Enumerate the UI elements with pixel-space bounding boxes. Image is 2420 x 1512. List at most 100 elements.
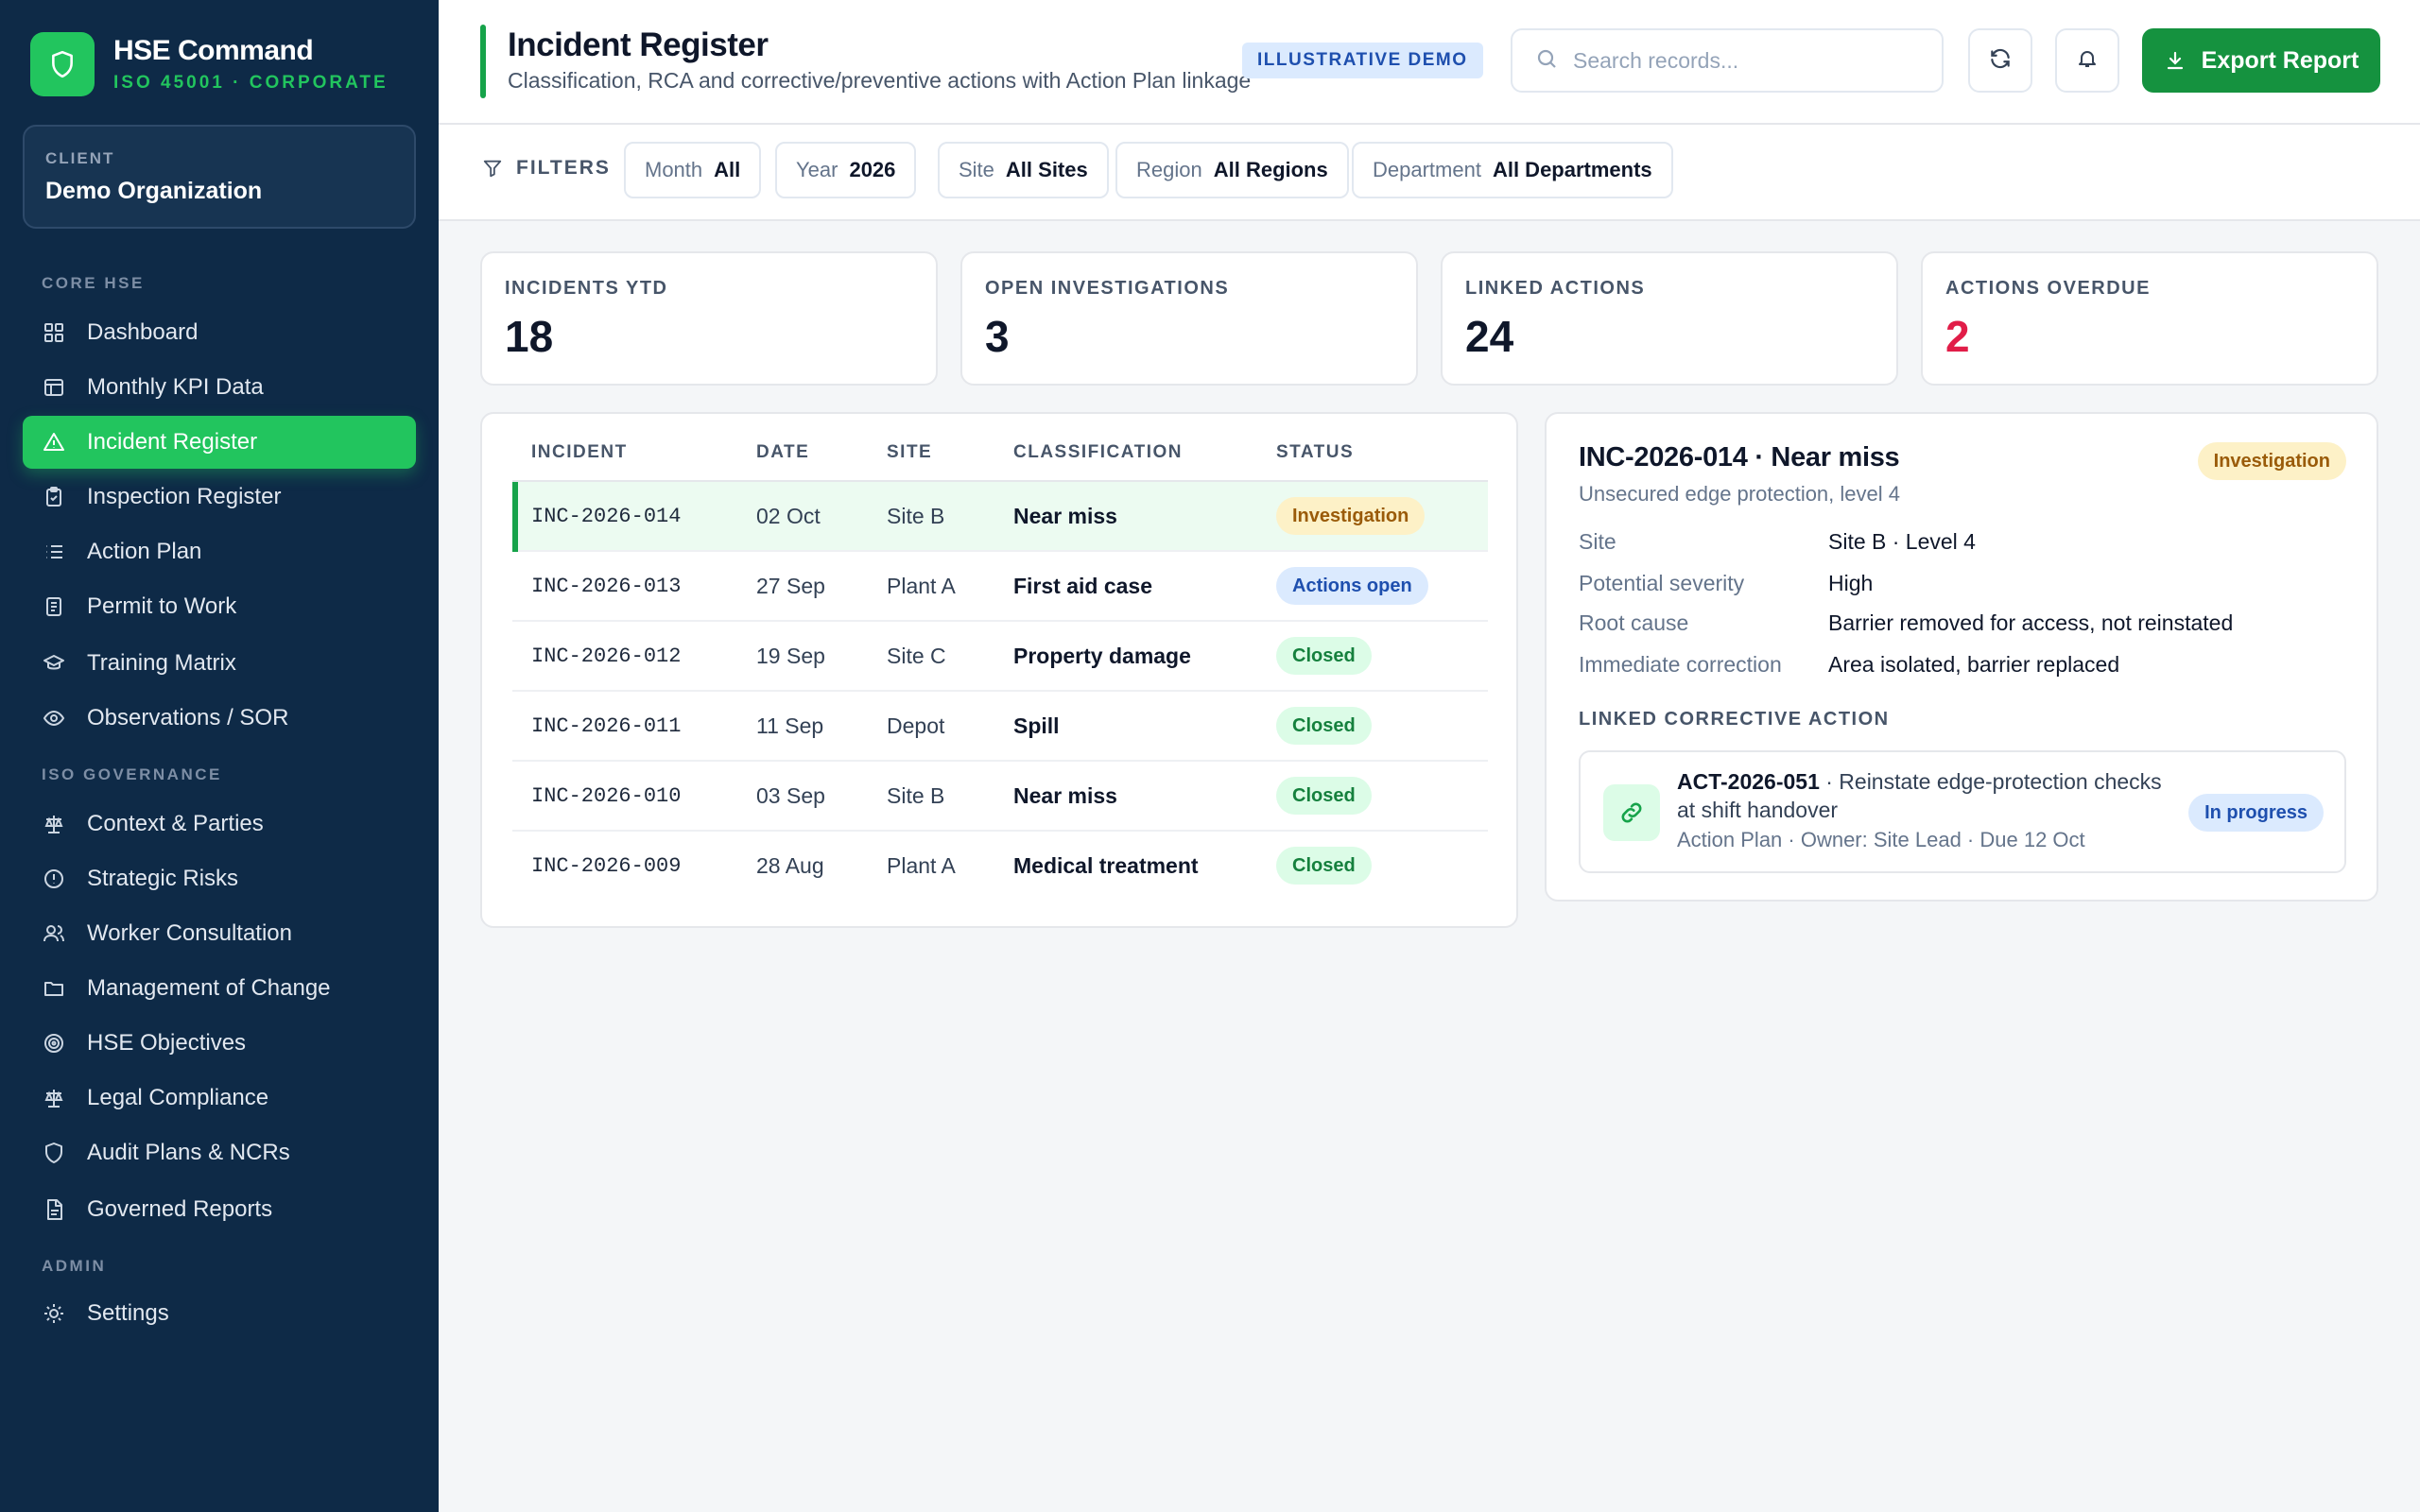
status-badge: Investigation [2197,442,2346,480]
sidebar-item-worker-consultation[interactable]: Worker Consultation [23,907,416,960]
incident-date: 28 Aug [756,852,824,878]
demo-badge: ILLUSTRATIVE DEMO [1242,43,1483,78]
table-row[interactable]: INC-2026-010 03 Sep Site B Near miss Clo… [512,762,1488,832]
incident-classification: Property damage [1013,643,1191,668]
action-title: ACT-2026-051 · Reinstate edge-protection… [1677,767,2178,824]
sidebar-item-incident-register[interactable]: Incident Register [23,416,416,469]
sidebar-item-strategic-risks[interactable]: Strategic Risks [23,852,416,905]
sidebar-item-monthly-kpi[interactable]: Monthly KPI Data [23,361,416,414]
shield-logo-icon [30,32,95,96]
column-header[interactable]: SITE [887,442,932,463]
table-row[interactable]: INC-2026-009 28 Aug Plant A Medical trea… [512,832,1488,902]
warning-icon [42,430,66,455]
column-header[interactable]: DATE [756,442,809,463]
kpi-open-investigations: OPEN INVESTIGATIONS 3 [960,251,1418,386]
table-row[interactable]: INC-2026-014 02 Oct Site B Near miss Inv… [512,482,1488,552]
sidebar-item-inspection-register[interactable]: Inspection Register [23,471,416,524]
sidebar-item-permit-to-work[interactable]: Permit to Work [23,580,416,633]
sidebar-item-action-plan[interactable]: Action Plan [23,525,416,578]
search-input[interactable] [1573,47,1913,74]
incident-date: 27 Sep [756,573,825,598]
filters-label: FILTERS [482,157,611,180]
sidebar: HSE Command ISO 45001 · CORPORATE CLIENT… [0,0,439,1512]
incident-site: Site B [887,503,945,528]
brand-title: HSE Command [113,35,314,66]
sidebar-item-context-parties[interactable]: Context & Parties [23,798,416,850]
filter-key: Region [1136,158,1202,181]
field-label: Root cause [1579,610,1689,635]
incident-date: 03 Sep [756,782,825,808]
eye-icon [42,706,66,730]
kpi-value: 24 [1465,312,1514,361]
filter-key: Year [796,158,838,181]
filter-department[interactable]: Department All Departments [1352,142,1673,198]
filter-value: 2026 [849,158,896,181]
bell-icon [2076,47,2099,75]
column-header[interactable]: INCIDENT [531,442,628,463]
filters-text: FILTERS [516,157,611,179]
filter-month[interactable]: Month All [624,142,762,198]
sidebar-item-label: Settings [87,1300,169,1326]
incident-id: INC-2026-012 [531,644,682,668]
status-badge: In progress [2188,794,2324,832]
table-row[interactable]: INC-2026-011 11 Sep Depot Spill Closed [512,692,1488,762]
kpi-incidents-ytd: INCIDENTS YTD 18 [480,251,938,386]
incident-classification: Near miss [1013,782,1117,808]
sidebar-item-legal-compliance[interactable]: Legal Compliance [23,1072,416,1125]
kpi-label: LINKED ACTIONS [1465,278,1646,299]
status-badge: Closed [1276,637,1372,675]
folder-icon [42,976,66,1001]
sun-gear-icon [42,1301,66,1326]
sidebar-item-dashboard[interactable]: Dashboard [23,306,416,359]
filter-region[interactable]: Region All Regions [1115,142,1349,198]
status-cell: Closed [1276,622,1372,690]
field-label: Potential severity [1579,571,1745,595]
sidebar-item-label: Management of Change [87,975,331,1001]
sidebar-item-training-matrix[interactable]: Training Matrix [23,637,416,690]
list-icon [42,540,66,564]
search-box[interactable] [1511,28,1944,93]
column-header[interactable]: STATUS [1276,442,1354,463]
sidebar-item-management-of-change[interactable]: Management of Change [23,962,416,1015]
graduation-cap-icon [42,651,66,676]
status-badge: Closed [1276,777,1372,815]
table-row[interactable]: INC-2026-013 27 Sep Plant A First aid ca… [512,552,1488,622]
scale-icon [42,812,66,836]
table-row[interactable]: INC-2026-012 19 Sep Site C Property dama… [512,622,1488,692]
filter-year[interactable]: Year 2026 [775,142,917,198]
sidebar-item-hse-objectives[interactable]: HSE Objectives [23,1017,416,1070]
column-header[interactable]: CLASSIFICATION [1013,442,1183,463]
filter-value: All Departments [1492,158,1652,181]
filter-bar: FILTERS Month All Year 2026 Site All Sit… [439,125,2420,221]
linked-action-card[interactable]: ACT-2026-051 · Reinstate edge-protection… [1579,750,2346,873]
sidebar-item-audit-plans[interactable]: Audit Plans & NCRs [23,1126,416,1179]
detail-title: INC-2026-014 · Near miss [1579,442,1900,472]
status-cell: Actions open [1276,552,1428,620]
sidebar-item-label: Permit to Work [87,593,237,619]
sidebar-item-observations[interactable]: Observations / SOR [23,692,416,745]
sidebar-item-label: HSE Objectives [87,1030,247,1056]
brand-subtitle: ISO 45001 · CORPORATE [113,73,389,93]
status-cell: Investigation [1276,482,1426,550]
grid-icon [42,320,66,345]
sidebar-item-settings[interactable]: Settings [23,1287,416,1340]
kpi-value: 2 [1945,312,1970,361]
filter-site[interactable]: Site All Sites [938,142,1109,198]
incident-date: 19 Sep [756,643,825,668]
export-report-button[interactable]: Export Report [2142,28,2380,93]
sidebar-item-governed-reports[interactable]: Governed Reports [23,1183,416,1236]
refresh-button[interactable] [1968,28,2032,93]
shield-icon [42,1141,66,1165]
field-value: Site B · Level 4 [1828,529,1976,554]
field-label: Site [1579,529,1616,554]
notifications-button[interactable] [2055,28,2119,93]
sidebar-item-label: Dashboard [87,319,199,345]
brand[interactable]: HSE Command ISO 45001 · CORPORATE [30,32,389,96]
client-selector[interactable]: CLIENT Demo Organization [23,125,416,229]
incident-site: Site B [887,782,945,808]
nav-section-iso: ISO GOVERNANCE [42,765,222,783]
sidebar-item-label: Observations / SOR [87,705,289,730]
field-value: Area isolated, barrier replaced [1828,652,2120,677]
incident-classification: Near miss [1013,503,1117,528]
kpi-label: ACTIONS OVERDUE [1945,278,2151,299]
